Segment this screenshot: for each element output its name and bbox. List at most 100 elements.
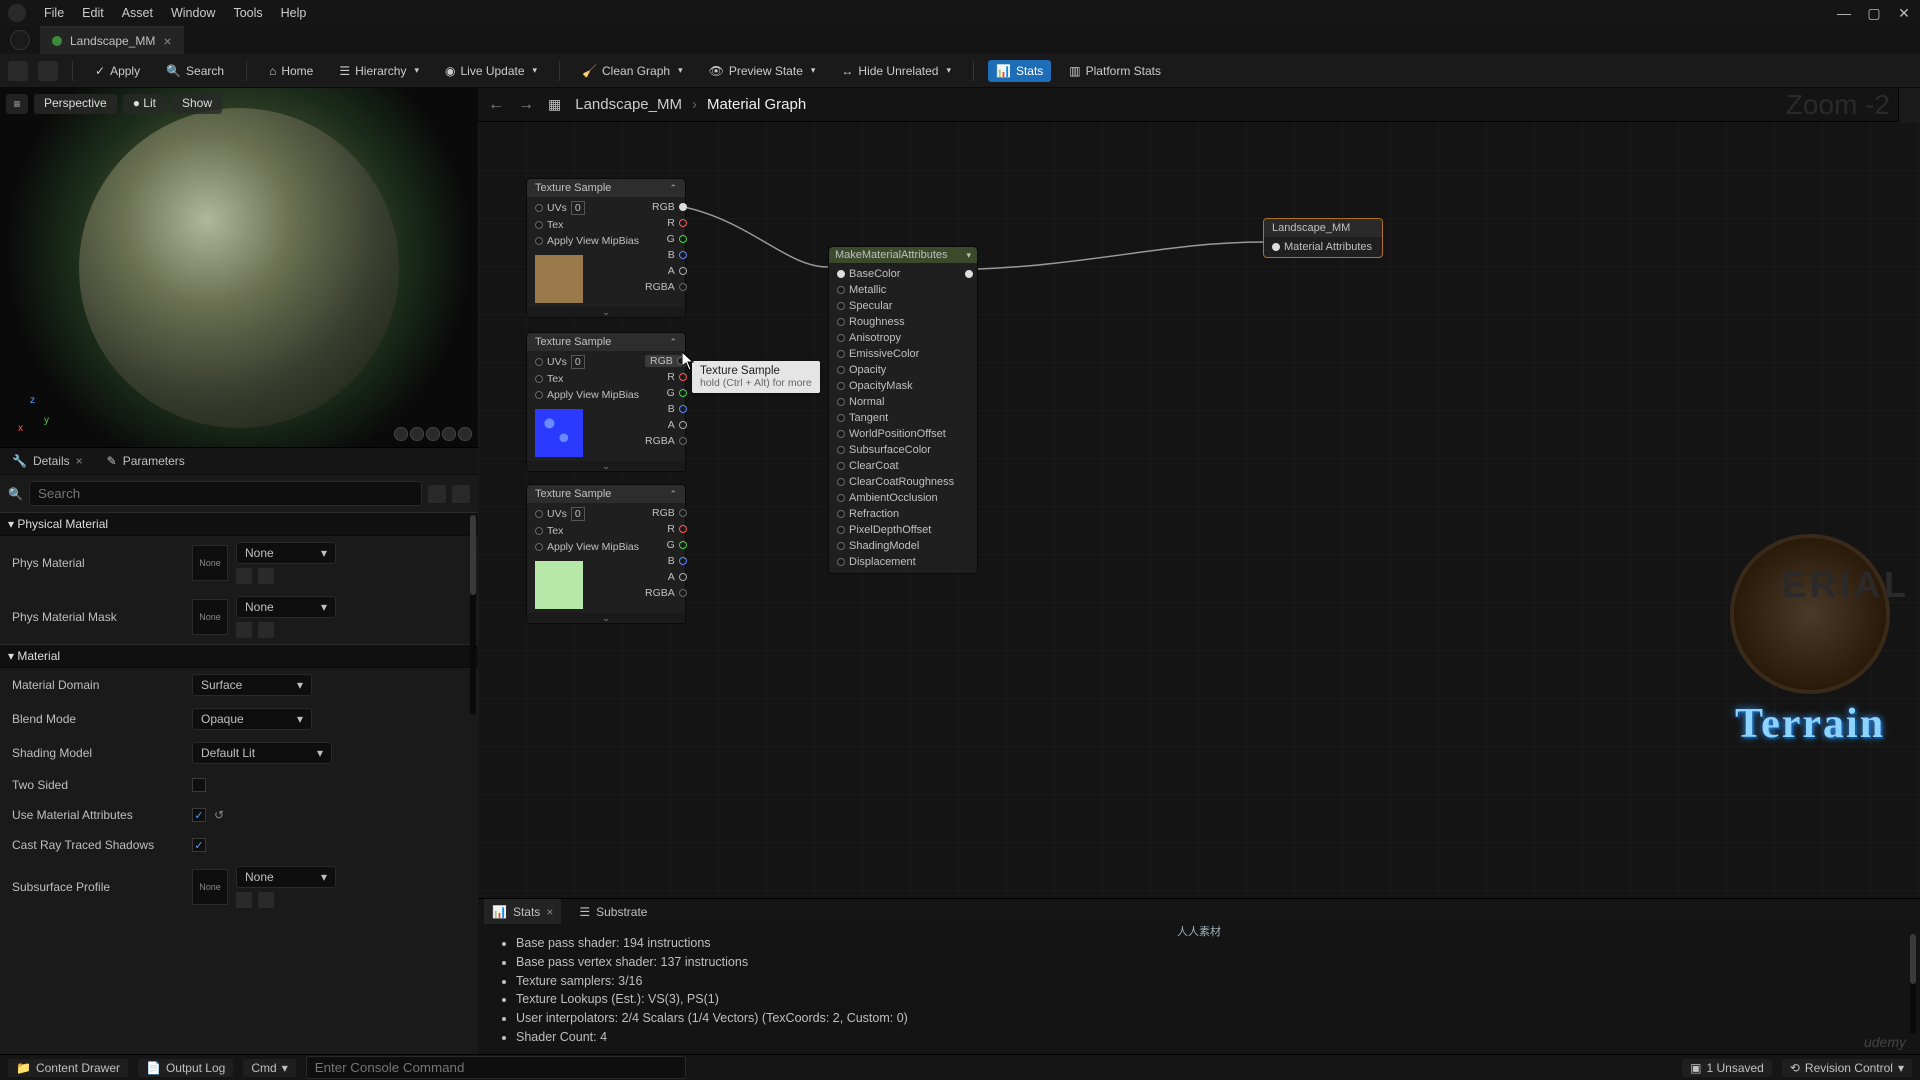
menu-file[interactable]: File [44,6,64,20]
phys-material-dropdown[interactable]: None▾ [236,542,336,564]
stats-line: Texture samplers: 3/16 [516,972,1902,991]
output-log-button[interactable]: 📄 Output Log [138,1059,233,1077]
reset-to-default-icon[interactable]: ↺ [214,808,224,822]
clean-graph-dropdown[interactable]: 🧹 Clean Graph [574,60,691,82]
preview-state-dropdown[interactable]: 👁 Preview State [701,60,824,82]
pin-basecolor[interactable]: BaseColor [837,267,973,281]
subsurface-thumb[interactable]: None [192,869,228,905]
hierarchy-dropdown[interactable]: ☰ Hierarchy [331,60,427,82]
viewport-options-button[interactable]: ≡ [6,94,28,114]
tab-stats[interactable]: 📊Stats× [484,899,561,924]
texture-thumbnail-2[interactable] [535,409,583,457]
viewport-perspective-dropdown[interactable]: Perspective [34,94,117,114]
stats-scrollbar[interactable] [1910,934,1916,1034]
subsurface-dropdown[interactable]: None▾ [236,866,336,888]
use-selected-icon-2[interactable] [236,622,252,638]
browse-to-icon-2[interactable] [258,622,274,638]
tab-close-button[interactable]: × [163,33,171,49]
breadcrumb-separator: › [692,96,697,113]
stats-line: Base pass shader: 194 instructions [516,934,1902,953]
browse-to-icon-3[interactable] [258,892,274,908]
stats-panel: Base pass shader: 194 instructions Base … [478,924,1920,1054]
details-scrollbar[interactable] [470,515,476,715]
menu-window[interactable]: Window [171,6,215,20]
node-expand-icon[interactable]: ⌄ [527,307,685,317]
use-selected-icon-3[interactable] [236,892,252,908]
platform-stats-button[interactable]: ▥ Platform Stats [1061,60,1169,82]
breadcrumb-root[interactable]: Landscape_MM [575,96,682,113]
graph-forward-button[interactable]: → [518,96,534,114]
node-expand-icon[interactable]: ⌄ [527,461,685,471]
unsaved-indicator[interactable]: ▣ 1 Unsaved [1682,1059,1772,1077]
node-texture-sample-2[interactable]: Texture Sample⌃ UVs 0 Tex Apply View Mip… [526,332,686,472]
details-filter-icon[interactable] [428,485,446,503]
details-search-input[interactable] [29,481,422,506]
browse-to-icon[interactable] [258,568,274,584]
node-texture-sample-1[interactable]: Texture Sample⌃ UVs 0 Tex Apply View Mip… [526,178,686,318]
tab-details[interactable]: 🔧Details× [0,448,95,474]
node-collapse-icon[interactable]: ⌃ [669,183,677,194]
home-button[interactable]: ⌂ Home [261,60,321,82]
cmd-dropdown[interactable]: Cmd ▾ [243,1059,295,1077]
revision-control-button[interactable]: ⟲ Revision Control ▾ [1782,1059,1912,1077]
graph-back-button[interactable]: ← [488,96,504,114]
cast-ray-traced-shadows-checkbox[interactable] [192,838,206,852]
menu-help[interactable]: Help [281,6,307,20]
stats-line: Shader Count: 4 [516,1028,1902,1047]
pin-tooltip: Texture Sample hold (Ctrl + Alt) for mor… [692,361,820,393]
details-settings-icon[interactable] [452,485,470,503]
hide-unrelated-toggle[interactable]: ↔ Hide Unrelated [833,60,959,82]
stats-toggle[interactable]: 📊 Stats [988,60,1051,82]
unreal-logo-icon [8,4,26,22]
texture-thumbnail-1[interactable] [535,255,583,303]
label-material-domain: Material Domain [12,678,192,692]
use-selected-icon[interactable] [236,568,252,584]
apply-button[interactable]: ✓ Apply [87,60,148,82]
search-button[interactable]: 🔍 Search [158,60,232,82]
viewport-show-dropdown[interactable]: Show [172,94,222,114]
preview-sphere [79,108,399,428]
content-drawer-button[interactable]: 📁 Content Drawer [8,1059,128,1077]
unreal-main-icon[interactable] [10,30,30,50]
material-domain-dropdown[interactable]: Surface▾ [192,674,312,696]
node-make-material-attributes[interactable]: MakeMaterialAttributes▾ BaseColor Metall… [828,246,978,574]
use-material-attributes-checkbox[interactable] [192,808,206,822]
label-phys-material: Phys Material [12,556,192,570]
material-preview-viewport[interactable]: ≡ Perspective ● Lit Show zyx [0,88,478,448]
category-material[interactable]: ▾ Material [0,644,478,668]
console-command-input[interactable] [306,1056,686,1079]
window-close-button[interactable]: ✕ [1896,5,1912,21]
viewport-lit-dropdown[interactable]: ● Lit [123,94,166,114]
two-sided-checkbox[interactable] [192,778,206,792]
tab-title: Landscape_MM [70,34,155,48]
blend-mode-dropdown[interactable]: Opaque▾ [192,708,312,730]
tab-substrate[interactable]: ☰Substrate [571,899,655,924]
asset-tab[interactable]: Landscape_MM × [40,26,184,54]
texture-thumbnail-3[interactable] [535,561,583,609]
node-collapse-icon[interactable]: ⌃ [669,337,677,348]
material-graph-canvas[interactable]: Texture Sample⌃ UVs 0 Tex Apply View Mip… [478,122,1920,898]
phys-material-thumb[interactable]: None [192,545,228,581]
node-texture-sample-3[interactable]: Texture Sample⌃ UVs 0 Tex Apply View Mip… [526,484,686,624]
menu-asset[interactable]: Asset [122,6,153,20]
phys-material-mask-thumb[interactable]: None [192,599,228,635]
category-physical-material[interactable]: ▾ Physical Material [0,512,478,536]
menu-tools[interactable]: Tools [233,6,262,20]
viewport-axis-gizmo: zyx [18,397,50,429]
tab-parameters[interactable]: ✎Parameters [95,448,197,474]
window-maximize-button[interactable]: ▢ [1866,5,1882,21]
browse-icon[interactable] [38,61,58,81]
graph-grid-icon[interactable]: ▦ [548,96,561,113]
node-material-result[interactable]: Landscape_MM Material Attributes [1263,218,1383,258]
node-expand-icon[interactable]: ⌄ [527,613,685,623]
viewport-shape-icons[interactable] [394,427,472,441]
shading-model-dropdown[interactable]: Default Lit▾ [192,742,332,764]
node-collapse-icon[interactable]: ⌃ [669,489,677,500]
phys-material-mask-dropdown[interactable]: None▾ [236,596,336,618]
tab-details-close[interactable]: × [76,454,83,468]
menu-edit[interactable]: Edit [82,6,104,20]
live-update-toggle[interactable]: ◉ Live Update [437,60,545,82]
watermark-terrain: ERIAL Terrain [1730,534,1890,748]
save-icon[interactable] [8,61,28,81]
window-minimize-button[interactable]: — [1836,5,1852,21]
